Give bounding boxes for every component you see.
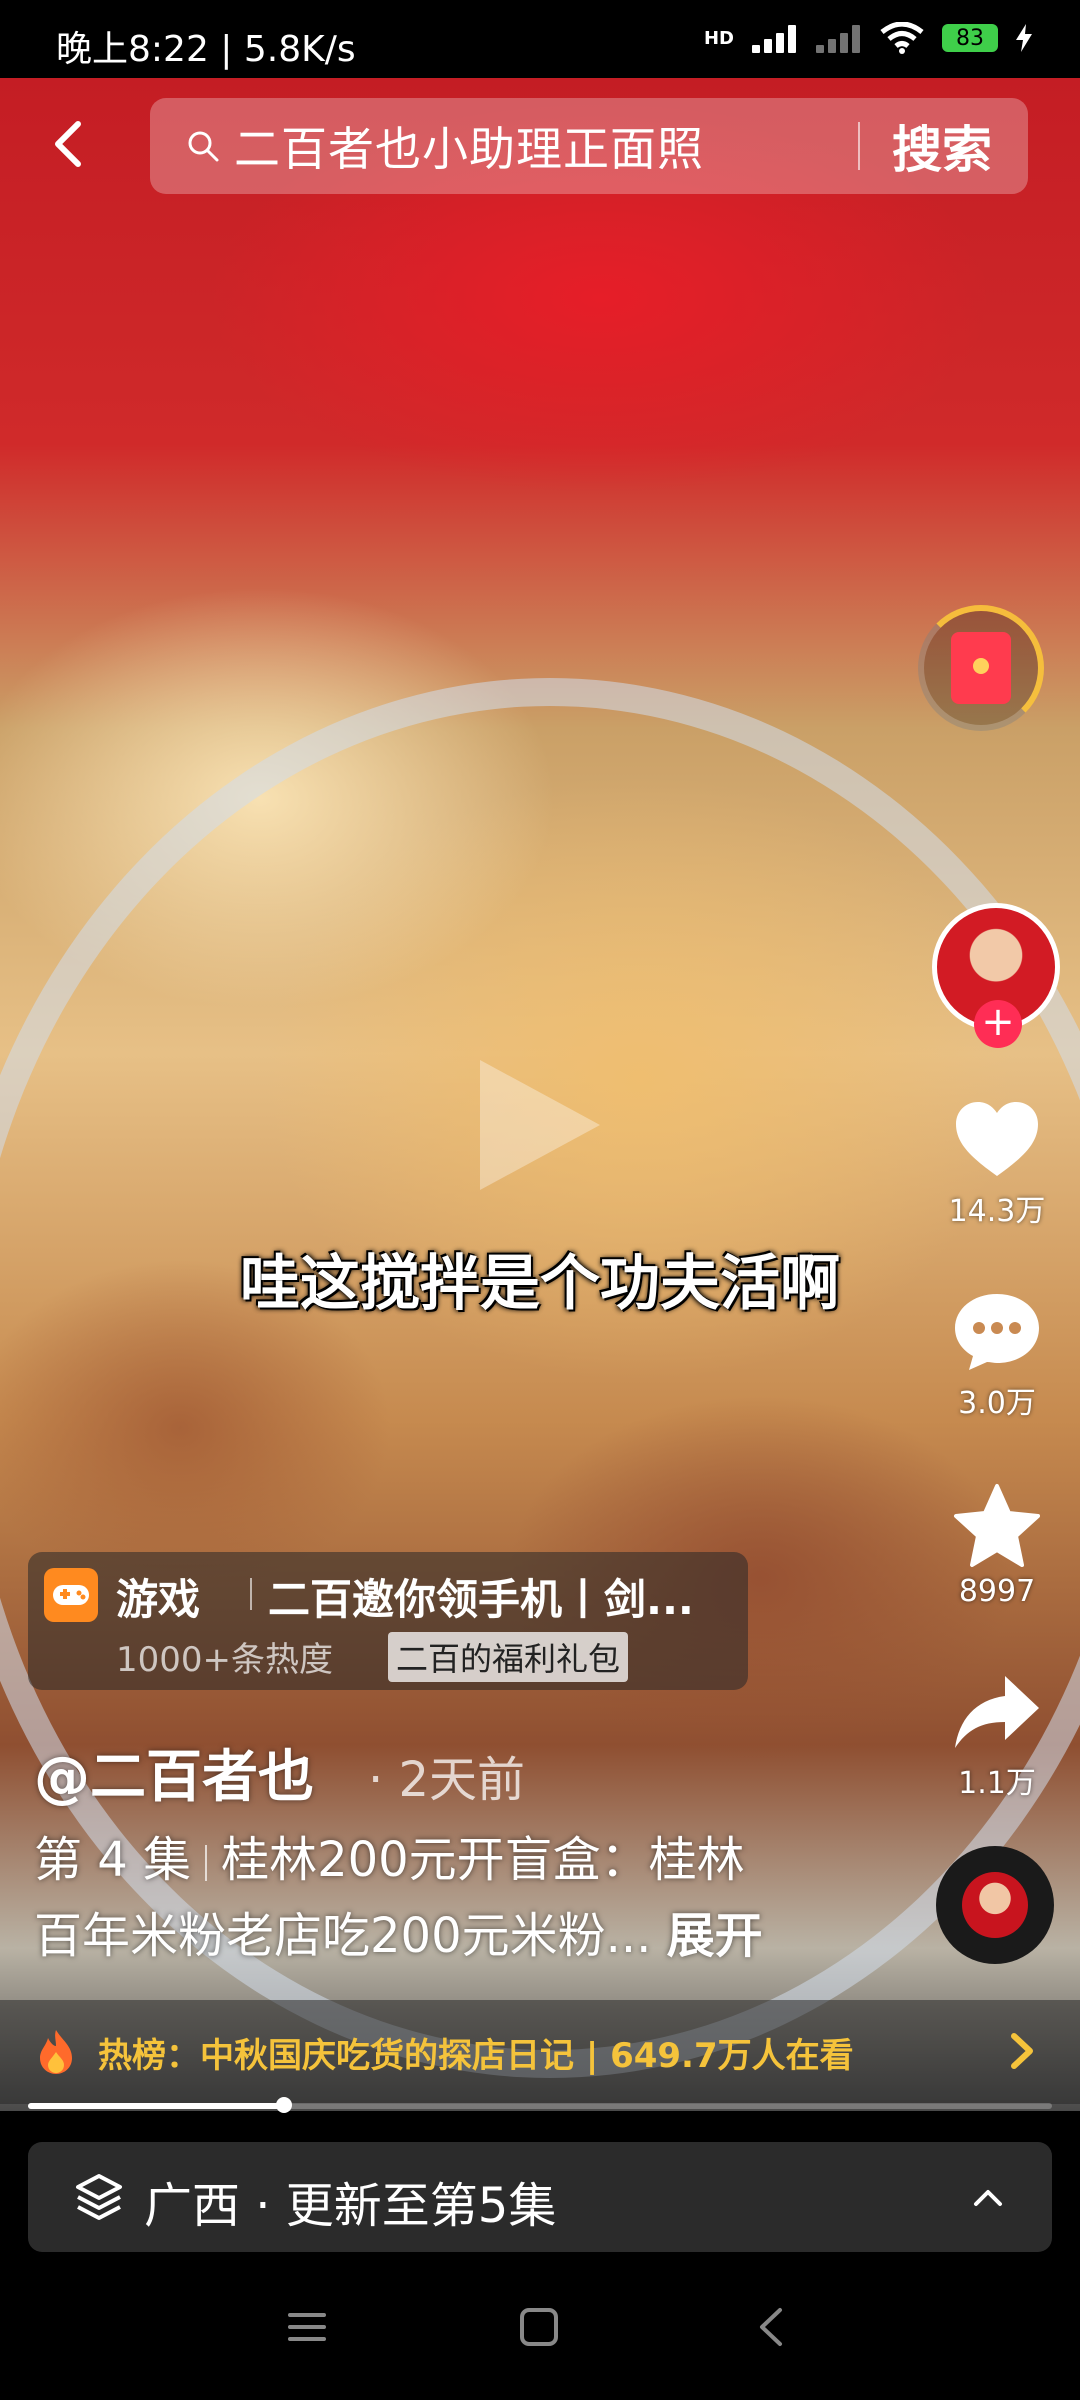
video-progress-bar[interactable] bbox=[28, 2097, 1052, 2113]
like-button[interactable]: 14.3万 bbox=[930, 1100, 1064, 1230]
hot-list-bar[interactable]: 热榜：中秋国庆吃货的探店日记 | 649.7万人在看 bbox=[0, 2000, 1080, 2104]
share-arrow-icon bbox=[955, 1676, 1039, 1748]
charging-icon bbox=[1016, 24, 1032, 52]
back-arrow-icon[interactable] bbox=[42, 114, 102, 174]
search-icon bbox=[188, 131, 219, 162]
status-bar: 晚上8:22 | 5.8K/s HD 83 bbox=[0, 0, 1080, 78]
favorite-button[interactable]: 8997 bbox=[930, 1482, 1064, 1609]
post-time: · 2天前 bbox=[368, 1752, 526, 1808]
hd-label: HD bbox=[703, 27, 734, 49]
search-divider bbox=[858, 122, 860, 170]
heart-icon bbox=[956, 1102, 1038, 1176]
author-name[interactable]: @二百者也 bbox=[34, 1732, 314, 1813]
game-heat: 1000+条热度 bbox=[116, 1640, 334, 1680]
search-input[interactable]: 二百者也小助理正面照 搜索 bbox=[150, 98, 1028, 194]
search-button[interactable]: 搜索 bbox=[892, 110, 992, 182]
music-cover-image bbox=[962, 1872, 1028, 1938]
red-envelope-icon bbox=[951, 632, 1011, 704]
system-nav-bar bbox=[0, 2252, 1080, 2400]
description-line2: 百年米粉老店吃200元米粉... bbox=[34, 1908, 652, 1964]
episode-divider bbox=[205, 1845, 208, 1881]
gamepad-icon bbox=[44, 1568, 98, 1622]
progress-fill bbox=[28, 2103, 284, 2109]
like-count: 14.3万 bbox=[948, 1194, 1046, 1229]
expand-button[interactable]: 展开 bbox=[667, 1908, 763, 1964]
game-title: 二百邀你领手机丨剑... bbox=[268, 1575, 694, 1624]
progress-handle[interactable] bbox=[276, 2097, 292, 2113]
follow-plus-icon[interactable]: + bbox=[974, 1000, 1022, 1048]
share-button[interactable]: 1.1万 bbox=[930, 1672, 1064, 1802]
menu-icon[interactable] bbox=[282, 2302, 332, 2352]
top-bar: 二百者也小助理正面照 搜索 bbox=[0, 96, 1080, 196]
game-promo-card[interactable]: 游戏 二百邀你领手机丨剑... 1000+条热度 二百的福利礼包 bbox=[28, 1552, 748, 1690]
game-gift-badge: 二百的福利礼包 bbox=[388, 1632, 629, 1682]
layers-icon bbox=[76, 2174, 122, 2220]
play-icon[interactable] bbox=[470, 1050, 610, 1200]
favorite-count: 8997 bbox=[958, 1574, 1036, 1609]
hot-list-text: 热榜：中秋国庆吃货的探店日记 | 649.7万人在看 bbox=[98, 2036, 854, 2076]
red-packet-button[interactable] bbox=[918, 605, 1044, 731]
series-label: 广西 · 更新至第5集 bbox=[144, 2178, 557, 2234]
flame-icon bbox=[40, 2030, 72, 2074]
episode-label: 第 4 集 bbox=[34, 1832, 192, 1888]
series-bar[interactable]: 广西 · 更新至第5集 bbox=[28, 2142, 1052, 2252]
game-tag: 游戏 bbox=[116, 1575, 201, 1624]
share-count: 1.1万 bbox=[958, 1766, 1036, 1801]
wifi-icon bbox=[880, 22, 924, 54]
comment-button[interactable]: 3.0万 bbox=[930, 1290, 1064, 1422]
music-disc-button[interactable] bbox=[936, 1846, 1054, 1964]
chevron-right-icon bbox=[1011, 2033, 1033, 2069]
chevron-up-icon[interactable] bbox=[968, 2178, 1008, 2218]
search-query: 二百者也小助理正面照 bbox=[234, 122, 704, 176]
signal-2-icon bbox=[816, 23, 862, 53]
star-icon bbox=[954, 1484, 1040, 1567]
video-subtitle: 哇这搅拌是个功夫活啊 bbox=[240, 1249, 840, 1319]
game-divider bbox=[250, 1578, 252, 1610]
battery-icon: 83 bbox=[942, 24, 998, 52]
comment-icon bbox=[955, 1294, 1039, 1370]
home-icon[interactable] bbox=[514, 2302, 564, 2352]
description-line1: 桂林200元开盲盒：桂林 bbox=[221, 1832, 745, 1888]
status-time: 晚上8:22 | 5.8K/s bbox=[56, 29, 356, 70]
comment-count: 3.0万 bbox=[958, 1386, 1036, 1421]
status-icons: HD 83 bbox=[704, 22, 1032, 54]
post-description[interactable]: 第 4 集桂林200元开盲盒：桂林 百年米粉老店吃200元米粉... 展开 bbox=[34, 1822, 894, 1974]
back-icon[interactable] bbox=[748, 2302, 798, 2352]
signal-icon bbox=[752, 23, 798, 53]
